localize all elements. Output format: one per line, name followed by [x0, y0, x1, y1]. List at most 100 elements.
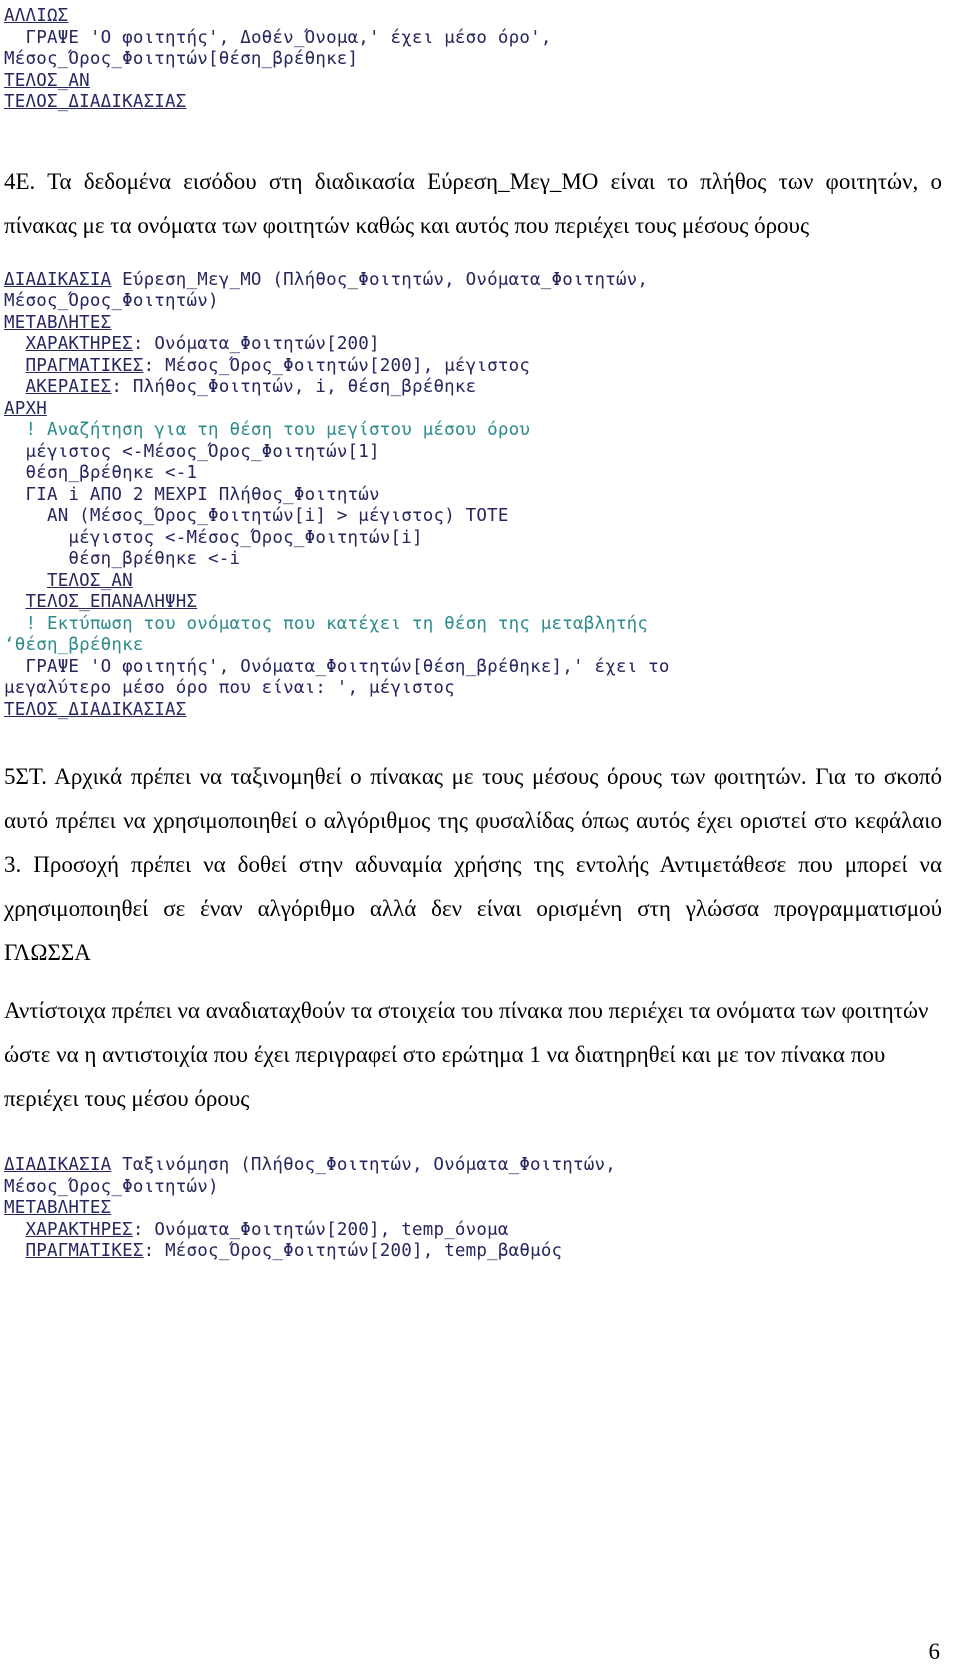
code-line: ΑΛΛΙΩΣ — [4, 6, 960, 28]
code-keyword: ΑΡΧΗ — [4, 398, 47, 419]
code-line: ΠΡΑΓΜΑΤΙΚΕΣ: Μέσος_Όρος_Φοιτητών[200], μ… — [4, 356, 960, 378]
code-keyword: ΤΕΛΟΣ_ΔΙΑΔΙΚΑΣΙΑΣ — [4, 92, 187, 112]
code-keyword: ΑΝ — [46, 506, 69, 526]
code-keyword: ΓΡΑΨΕ — [25, 27, 80, 48]
code-text: : Πλήθος_Φοιτητών, i, θέση_βρέθηκε — [111, 377, 477, 397]
code-keyword: ΓΙΑ — [25, 484, 58, 505]
code-text: μέγιστος <-Μέσος_Όρος_Φοιτητών[i] — [68, 527, 423, 548]
code-text: : Ονόματα_Φοιτητών[200] — [132, 334, 380, 354]
code-line: μέγιστος <-Μέσος_Όρος_Φοιτητών[1] — [4, 442, 960, 464]
code-keyword: ΤΕΛΟΣ_ΔΙΑΔΙΚΑΣΙΑΣ — [4, 699, 187, 720]
code-line: ΤΕΛΟΣ_ΔΙΑΔΙΚΑΣΙΑΣ — [4, 700, 960, 722]
code-line: ΔΙΑΔΙΚΑΣΙΑ Εύρεση_Μεγ_ΜΟ (Πλήθος_Φοιτητώ… — [4, 270, 960, 292]
code-comment: ! Αναζήτηση για τη θέση του μεγίστου μέσ… — [4, 420, 531, 440]
code-text: 'Ο φοιτητής', Δοθέν_Όνομα,' έχει μέσο όρ… — [79, 27, 552, 48]
paragraph-4E: 4Ε. Τα δεδομένα εισόδου στη διαδικασία Ε… — [4, 168, 942, 238]
code-line: ΤΕΛΟΣ_ΔΙΑΔΙΚΑΣΙΑΣ — [4, 92, 960, 114]
pseudocode-block-taxinomisi: ΔΙΑΔΙΚΑΣΙΑ Ταξινόμηση (Πλήθος_Φοιτητών, … — [0, 1155, 960, 1263]
code-line: ΜΕΤΑΒΛΗΤΕΣ — [4, 313, 960, 335]
code-keyword: ΑΛΛΙΩΣ — [4, 6, 69, 26]
code-text: Μέσος_Όρος_Φοιτητών) — [4, 291, 219, 311]
code-line: θέση_βρέθηκε <-i — [4, 549, 960, 571]
code-keyword: ΤΕΛΟΣ_ΑΝ — [46, 570, 133, 591]
code-line: ΔΙΑΔΙΚΑΣΙΑ Ταξινόμηση (Πλήθος_Φοιτητών, … — [4, 1155, 960, 1177]
code-line: ΧΑΡΑΚΤΗΡΕΣ: Ονόματα_Φοιτητών[200], temp_… — [4, 1220, 960, 1242]
code-line: ‘θέση_βρέθηκε — [4, 635, 960, 657]
code-keyword: ΧΑΡΑΚΤΗΡΕΣ — [25, 1219, 133, 1240]
code-line: ΑΝ (Μέσος_Όρος_Φοιτητών[i] > μέγιστος) Τ… — [4, 506, 960, 528]
code-keyword: ΔΙΑΔΙΚΑΣΙΑ — [4, 269, 112, 290]
code-line: ΓΡΑΨΕ 'Ο φοιτητής', Ονόματα_Φοιτητών[θέσ… — [4, 657, 960, 679]
code-line: ΓΙΑ i ΑΠΟ 2 ΜΕΧΡΙ Πλήθος_Φοιτητών — [4, 485, 960, 507]
code-line: ΤΕΛΟΣ_ΑΝ — [4, 571, 960, 593]
code-text: Εύρεση_Μεγ_ΜΟ (Πλήθος_Φοιτητών, Ονόματα_… — [111, 269, 649, 290]
code-line: ΠΡΑΓΜΑΤΙΚΕΣ: Μέσος_Όρος_Φοιτητών[200], t… — [4, 1241, 960, 1263]
code-line: ΤΕΛΟΣ_ΑΝ — [4, 71, 960, 93]
code-text: (Μέσος_Όρος_Φοιτητών[i] > μέγιστος) ΤΟΤΕ — [68, 506, 509, 526]
paragraph-5ST: 5ΣΤ. Αρχικά πρέπει να ταξινομηθεί ο πίνα… — [4, 764, 942, 965]
code-line: ΧΑΡΑΚΤΗΡΕΣ: Ονόματα_Φοιτητών[200] — [4, 334, 960, 356]
code-text: μεγαλύτερο μέσο όρο που είναι: ', μέγιστ… — [4, 678, 455, 698]
code-text: : Ονόματα_Φοιτητών[200], temp_όνομα — [132, 1219, 509, 1240]
code-keyword: ΓΡΑΨΕ — [25, 656, 80, 677]
document-page: ΑΛΛΙΩΣ ΓΡΑΨΕ 'Ο φοιτητής', Δοθέν_Όνομα,'… — [0, 6, 960, 1675]
code-text: 'Ο φοιτητής', Ονόματα_Φοιτητών[θέση_βρέθ… — [79, 656, 670, 677]
code-keyword: ΜΕΤΑΒΛΗΤΕΣ — [4, 1198, 112, 1218]
code-comment: ! Εκτύπωση του ονόματος που κατέχει τη θ… — [4, 613, 649, 634]
code-text: : Μέσος_Όρος_Φοιτητών[200], μέγιστος — [143, 355, 531, 376]
code-text: Ταξινόμηση (Πλήθος_Φοιτητών, Ονόματα_Φοι… — [111, 1155, 616, 1175]
code-line: ΜΕΤΑΒΛΗΤΕΣ — [4, 1198, 960, 1220]
code-keyword: ΧΑΡΑΚΤΗΡΕΣ — [25, 334, 133, 354]
code-keyword: ΑΚΕΡΑΙΕΣ — [25, 377, 112, 397]
code-text: : Μέσος_Όρος_Φοιτητών[200], temp_βαθμός — [143, 1241, 563, 1261]
code-text: θέση_βρέθηκε <-1 — [25, 463, 198, 483]
code-keyword: ΤΕΛΟΣ_ΑΝ — [4, 70, 90, 91]
code-line: μεγαλύτερο μέσο όρο που είναι: ', μέγιστ… — [4, 678, 960, 700]
code-line: ΓΡΑΨΕ 'Ο φοιτητής', Δοθέν_Όνομα,' έχει μ… — [4, 28, 960, 50]
code-comment: ‘θέση_βρέθηκε — [4, 635, 144, 655]
code-keyword: ΜΕΤΑΒΛΗΤΕΣ — [4, 312, 112, 333]
code-keyword: ΠΡΑΓΜΑΤΙΚΕΣ — [25, 355, 144, 376]
code-text: μέγιστος <-Μέσος_Όρος_Φοιτητών[1] — [25, 441, 380, 462]
code-line: Μέσος_Όρος_Φοιτητών) — [4, 1177, 960, 1199]
paragraph-antistoixa: Αντίστοιχα πρέπει να αναδιαταχθούν τα στ… — [4, 998, 929, 1111]
page-number: 6 — [928, 1639, 941, 1664]
code-line: ΑΡΧΗ — [4, 399, 960, 421]
code-keyword: ΤΕΛΟΣ_ΕΠΑΝΑΛΗΨΗΣ — [25, 592, 198, 612]
code-line: ΑΚΕΡΑΙΕΣ: Πλήθος_Φοιτητών, i, θέση_βρέθη… — [4, 377, 960, 399]
code-text: Μέσος_Όρος_Φοιτητών[θέση_βρέθηκε] — [4, 49, 359, 69]
code-text: i ΑΠΟ 2 ΜΕΧΡΙ Πλήθος_Φοιτητών — [57, 484, 380, 505]
code-line: Μέσος_Όρος_Φοιτητών) — [4, 291, 960, 313]
code-keyword: ΔΙΑΔΙΚΑΣΙΑ — [4, 1155, 112, 1175]
code-keyword: ΠΡΑΓΜΑΤΙΚΕΣ — [25, 1241, 144, 1261]
code-line: θέση_βρέθηκε <-1 — [4, 463, 960, 485]
pseudocode-block-evresi: ΔΙΑΔΙΚΑΣΙΑ Εύρεση_Μεγ_ΜΟ (Πλήθος_Φοιτητώ… — [0, 270, 960, 722]
code-line: ! Αναζήτηση για τη θέση του μεγίστου μέσ… — [4, 420, 960, 442]
code-text: θέση_βρέθηκε <-i — [68, 549, 241, 569]
code-line: Μέσος_Όρος_Φοιτητών[θέση_βρέθηκε] — [4, 49, 960, 71]
pseudocode-block-top: ΑΛΛΙΩΣ ΓΡΑΨΕ 'Ο φοιτητής', Δοθέν_Όνομα,'… — [0, 6, 960, 114]
code-line: ! Εκτύπωση του ονόματος που κατέχει τη θ… — [4, 614, 960, 636]
code-line: μέγιστος <-Μέσος_Όρος_Φοιτητών[i] — [4, 528, 960, 550]
code-line: ΤΕΛΟΣ_ΕΠΑΝΑΛΗΨΗΣ — [4, 592, 960, 614]
